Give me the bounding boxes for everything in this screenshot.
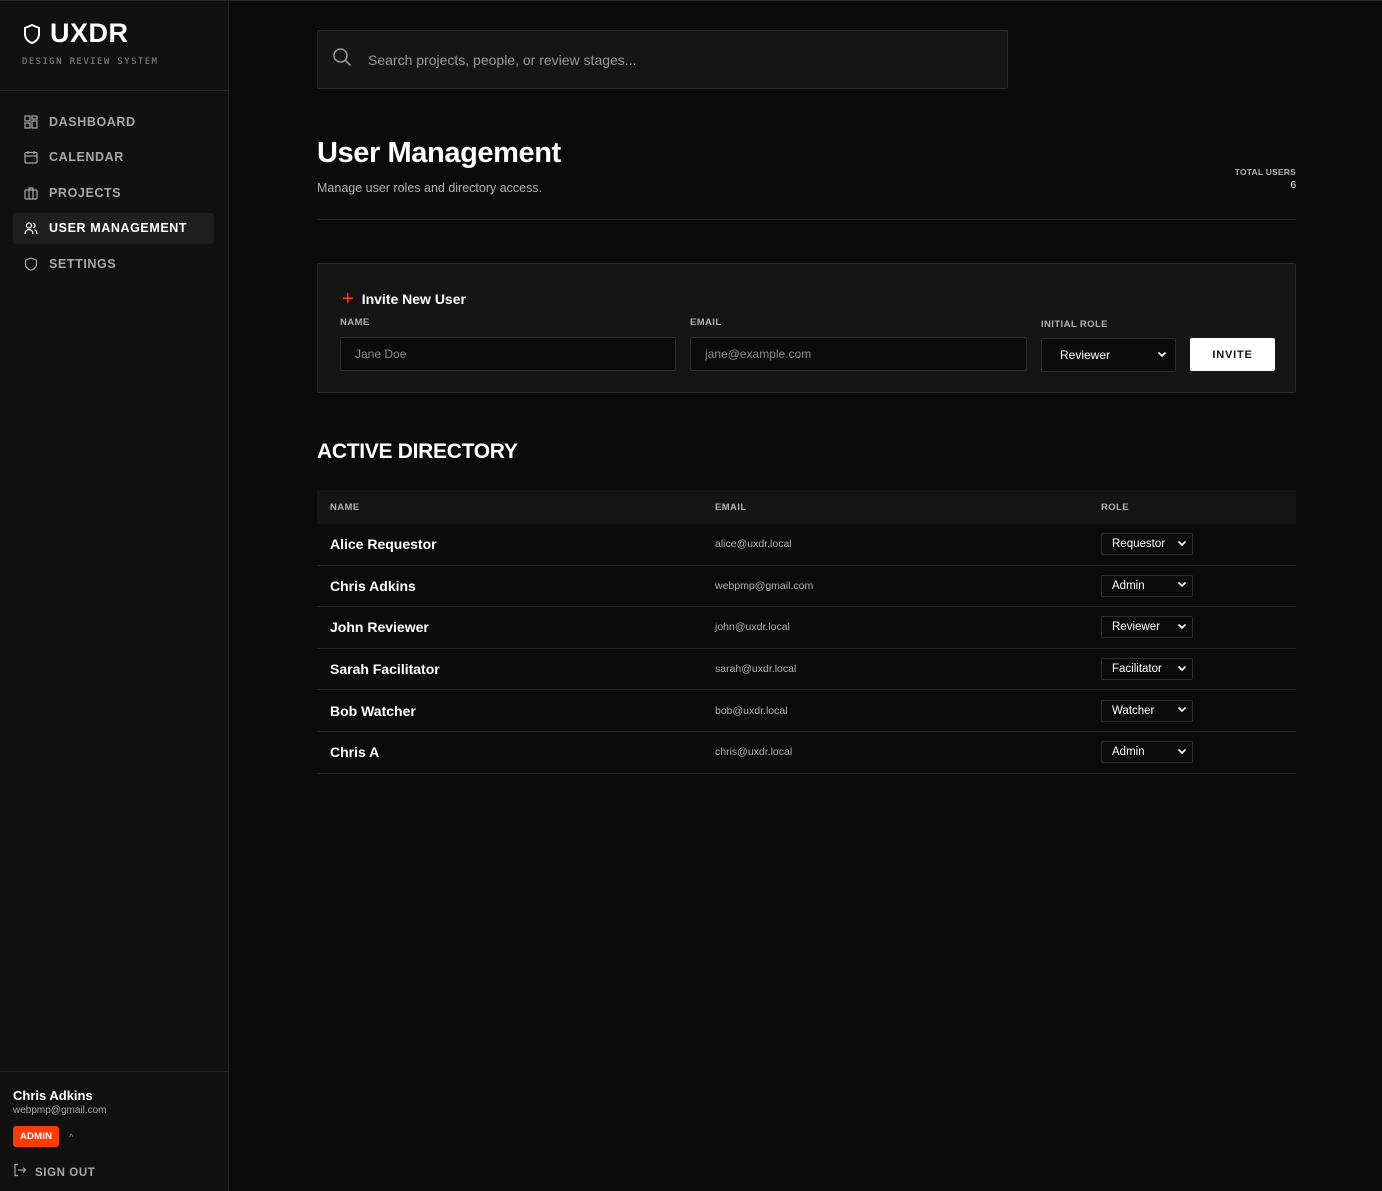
plus-icon: + — [342, 288, 354, 310]
total-users-label: TOTAL USERS — [1234, 167, 1296, 177]
current-user: Chris Adkins webpmp@gmail.com ADMIN ^ — [13, 1088, 107, 1147]
initial-role-label: INITIAL ROLE — [1041, 319, 1108, 330]
role-value: Watcher — [1112, 704, 1155, 717]
shield-icon — [24, 256, 38, 271]
chevron-down-icon — [1177, 538, 1187, 551]
user-name: Bob Watcher — [330, 702, 416, 719]
sign-out-label: SIGN OUT — [35, 1166, 96, 1179]
table-row: Alice Requestor alice@uxdr.local Request… — [317, 524, 1296, 566]
sign-out-icon — [13, 1163, 27, 1182]
role-select[interactable]: Requestor — [1101, 533, 1193, 556]
table-row: Chris A chris@uxdr.local Admin — [317, 732, 1296, 774]
sidebar-nav: DASHBOARD CALENDAR PROJECTS USER MANAGEM… — [13, 106, 214, 284]
user-email: alice@uxdr.local — [715, 538, 792, 551]
sidebar: UXDR DESIGN REVIEW SYSTEM DASHBOARD CALE… — [0, 1, 229, 1191]
table-row: John Reviewer john@uxdr.local Reviewer — [317, 607, 1296, 649]
chevron-down-icon — [1177, 704, 1187, 717]
table-row: Bob Watcher bob@uxdr.local Watcher — [317, 690, 1296, 732]
user-name: Alice Requestor — [330, 536, 437, 553]
brand-subtitle: DESIGN REVIEW SYSTEM — [22, 57, 159, 67]
grid-icon — [24, 114, 38, 129]
page-subtitle: Manage user roles and directory access. — [317, 181, 543, 195]
chevron-down-icon — [1177, 621, 1187, 634]
role-value: Admin — [1112, 579, 1145, 592]
role-select[interactable]: Admin — [1101, 574, 1193, 597]
user-name: Sarah Facilitator — [330, 661, 440, 678]
brand-name: UXDR — [50, 18, 129, 48]
sidebar-item-label: USER MANAGEMENT — [49, 221, 188, 235]
search-icon — [332, 47, 352, 72]
role-select[interactable]: Watcher — [1101, 699, 1193, 722]
header-divider — [317, 219, 1296, 220]
role-select[interactable]: Facilitator — [1101, 658, 1193, 681]
name-field[interactable] — [340, 337, 676, 371]
user-email: bob@uxdr.local — [715, 704, 788, 717]
sidebar-divider — [0, 90, 228, 91]
invite-user-card: + Invite New User NAME EMAIL INITIAL ROL… — [317, 263, 1296, 393]
role-badge: ADMIN — [13, 1126, 60, 1147]
table-row: Chris Adkins webpmp@gmail.com Admin — [317, 566, 1296, 608]
search-bar — [317, 30, 1008, 89]
user-email: webpmp@gmail.com — [715, 579, 814, 592]
role-value: Facilitator — [1112, 663, 1162, 676]
email-field[interactable] — [690, 337, 1027, 371]
invite-button[interactable]: INVITE — [1190, 338, 1275, 371]
table-row: Sarah Facilitator sarah@uxdr.local Facil… — [317, 649, 1296, 691]
user-email: chris@uxdr.local — [715, 746, 793, 759]
sidebar-item-settings[interactable]: SETTINGS — [13, 248, 214, 279]
sidebar-item-label: PROJECTS — [49, 185, 122, 200]
section-title: ACTIVE DIRECTORY — [317, 440, 518, 463]
sidebar-item-label: CALENDAR — [49, 150, 124, 164]
briefcase-icon — [24, 186, 38, 200]
table-header: NAME EMAIL ROLE — [317, 490, 1296, 524]
calendar-icon — [24, 150, 38, 164]
chevron-down-icon — [1177, 663, 1187, 676]
total-users-stat: TOTAL USERS 6 — [1235, 167, 1296, 191]
directory-table: NAME EMAIL ROLE Alice Requestor alice@ux… — [317, 490, 1296, 774]
role-value: Admin — [1112, 746, 1145, 759]
brand: UXDR DESIGN REVIEW SYSTEM — [22, 18, 158, 67]
invite-title: + Invite New User — [342, 289, 466, 309]
sign-out-button[interactable]: SIGN OUT — [13, 1163, 95, 1182]
email-field-label: EMAIL — [690, 317, 722, 328]
user-name: John Reviewer — [330, 619, 429, 636]
role-value: Requestor — [1112, 538, 1166, 551]
sidebar-item-calendar[interactable]: CALENDAR — [13, 142, 214, 173]
sidebar-divider — [0, 1071, 228, 1072]
user-name: Chris Adkins — [330, 577, 416, 594]
current-user-name: Chris Adkins — [13, 1088, 93, 1103]
total-users-value: 6 — [1290, 180, 1296, 191]
column-header-name: NAME — [330, 501, 360, 513]
search-input[interactable] — [368, 51, 968, 68]
user-email: john@uxdr.local — [715, 621, 790, 634]
user-name: Chris A — [330, 744, 380, 761]
role-select[interactable]: Admin — [1101, 741, 1193, 764]
sidebar-item-user-management[interactable]: USER MANAGEMENT — [13, 212, 214, 244]
shield-logo-icon — [22, 23, 42, 45]
current-user-email: webpmp@gmail.com — [13, 1105, 107, 1116]
column-header-role: ROLE — [1101, 501, 1129, 513]
sidebar-item-dashboard[interactable]: DASHBOARD — [13, 106, 214, 137]
sidebar-item-label: SETTINGS — [49, 256, 117, 271]
column-header-email: EMAIL — [715, 501, 747, 513]
role-value: Reviewer — [1112, 621, 1160, 634]
chevron-down-icon — [1177, 579, 1187, 592]
chevron-up-icon[interactable]: ^ — [69, 1132, 73, 1142]
users-icon — [24, 221, 38, 235]
chevron-down-icon — [1157, 348, 1167, 362]
invite-title-text: Invite New User — [361, 291, 466, 307]
sidebar-item-label: DASHBOARD — [49, 114, 136, 129]
page-title: User Management — [317, 137, 561, 169]
role-select[interactable]: Reviewer — [1101, 616, 1193, 639]
sidebar-item-projects[interactable]: PROJECTS — [13, 177, 214, 208]
user-email: sarah@uxdr.local — [715, 663, 797, 676]
chevron-down-icon — [1177, 746, 1187, 759]
initial-role-select[interactable]: Reviewer — [1041, 338, 1176, 372]
name-field-label: NAME — [340, 317, 370, 328]
initial-role-value: Reviewer — [1060, 348, 1111, 362]
